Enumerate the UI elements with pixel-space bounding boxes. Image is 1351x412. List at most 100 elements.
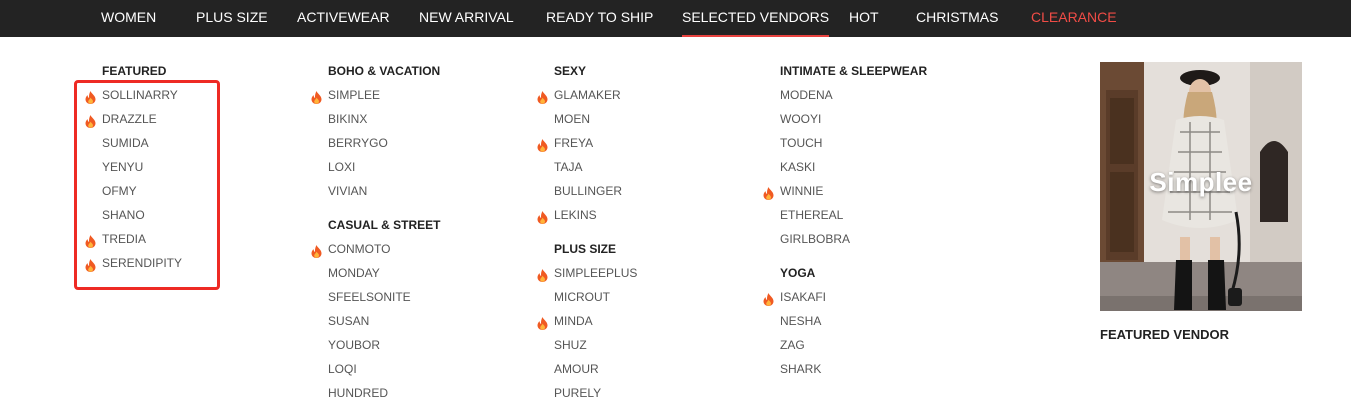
vendor-link-label: BERRYGO xyxy=(328,136,388,150)
nav-item-clearance[interactable]: CLEARANCE xyxy=(1031,0,1117,37)
vendor-link-nesha[interactable]: NESHA xyxy=(780,309,927,333)
vendor-link-monday[interactable]: MONDAY xyxy=(328,261,440,285)
vendor-link-simplee[interactable]: SIMPLEE xyxy=(311,83,440,107)
vendor-link-label: FREYA xyxy=(554,136,594,150)
nav-item-ready-to-ship[interactable]: READY TO SHIP xyxy=(546,0,653,37)
vendor-link-label: SERENDIPITY xyxy=(102,256,183,270)
menu-column-sexy-plus: SEXY GLAMAKER MOEN FREYA TAJA BULLINGER LEKINS… xyxy=(537,63,638,405)
nav-item-hot[interactable]: HOT xyxy=(849,0,879,37)
vendor-link-label: CONMOTO xyxy=(328,242,391,256)
vendor-link-microut[interactable]: MICROUT xyxy=(554,285,637,309)
vendor-link-label: ZAG xyxy=(780,338,805,352)
vendor-link-tredia[interactable]: TREDIA xyxy=(85,227,182,251)
vendor-link-minda[interactable]: MINDA xyxy=(537,309,637,333)
vendor-link-ofmy[interactable]: OFMY xyxy=(102,179,182,203)
vendor-link-sumida[interactable]: SUMIDA xyxy=(102,131,182,155)
vendor-link-shuz[interactable]: SHUZ xyxy=(554,333,637,357)
vendor-link-label: PURELY xyxy=(554,386,602,400)
menu-heading-casual-street: CASUAL & STREET xyxy=(328,218,441,232)
menu-column-featured: FEATURED SOLLINARRY DRAZZLE SUMIDA YENYU OFMY… xyxy=(85,63,183,275)
vendor-link-vivian[interactable]: VIVIAN xyxy=(328,179,440,203)
vendor-link-zag[interactable]: ZAG xyxy=(780,333,927,357)
vendor-link-glamaker[interactable]: GLAMAKER xyxy=(537,83,637,107)
vendor-link-purely[interactable]: PURELY xyxy=(554,381,637,405)
nav-item-selected-vendors[interactable]: SELECTED VENDORS xyxy=(682,0,830,37)
nav-item-plus-size[interactable]: PLUS SIZE xyxy=(196,0,268,37)
nav-item-activewear[interactable]: ACTIVEWEAR xyxy=(297,0,390,37)
vendor-link-wooyi[interactable]: WOOYI xyxy=(780,107,927,131)
vendor-link-label: LOXI xyxy=(328,160,356,174)
vendor-link-girlbobra[interactable]: GIRLBOBRA xyxy=(780,227,927,251)
fire-icon xyxy=(311,242,322,258)
menu-group-casual-street: CASUAL & STREET CONMOTO MONDAY SFEELSONITE S… xyxy=(311,217,441,405)
vendor-link-shano[interactable]: SHANO xyxy=(102,203,182,227)
vendor-link-modena[interactable]: MODENA xyxy=(780,83,927,107)
menu-heading-yoga: YOGA xyxy=(780,266,816,280)
fire-icon xyxy=(763,184,774,200)
vendor-link-drazzle[interactable]: DRAZZLE xyxy=(85,107,182,131)
vendor-link-conmoto[interactable]: CONMOTO xyxy=(311,237,440,261)
vendor-link-bikinx[interactable]: BIKINX xyxy=(328,107,440,131)
fire-icon xyxy=(537,314,548,330)
vendor-link-label: MONDAY xyxy=(328,266,380,280)
vendor-link-sollinarry[interactable]: SOLLINARRY xyxy=(85,83,182,107)
nav-item-new-arrival[interactable]: NEW ARRIVAL xyxy=(419,0,514,37)
menu-group-featured: FEATURED SOLLINARRY DRAZZLE SUMIDA YENYU OFMY… xyxy=(85,63,183,275)
vendor-link-simpleeplus[interactable]: SIMPLEEPLUS xyxy=(537,261,638,285)
vendor-link-lekins[interactable]: LEKINS xyxy=(537,203,637,227)
vendor-link-kaski[interactable]: KASKI xyxy=(780,155,927,179)
vendor-link-winnie[interactable]: WINNIE xyxy=(763,179,927,203)
fire-icon xyxy=(537,208,548,224)
vendor-link-label: LOQI xyxy=(328,362,357,376)
vendor-link-moen[interactable]: MOEN xyxy=(554,107,637,131)
vendor-link-label: BIKINX xyxy=(328,112,368,126)
menu-heading-boho-vacation: BOHO & VACATION xyxy=(328,64,441,78)
fire-icon xyxy=(85,256,96,272)
vendor-link-label: ETHEREAL xyxy=(780,208,844,222)
vendor-link-label: SHARK xyxy=(780,362,822,376)
vendor-link-freya[interactable]: FREYA xyxy=(537,131,637,155)
fire-icon xyxy=(763,290,774,306)
vendor-link-label: ISAKAFI xyxy=(780,290,827,304)
vendor-link-touch[interactable]: TOUCH xyxy=(780,131,927,155)
vendor-link-label: WOOYI xyxy=(780,112,822,126)
vendor-link-loqi[interactable]: LOQI xyxy=(328,357,440,381)
vendor-link-shark[interactable]: SHARK xyxy=(780,357,927,381)
vendor-link-label: DRAZZLE xyxy=(102,112,157,126)
vendor-link-taja[interactable]: TAJA xyxy=(554,155,637,179)
nav-item-women[interactable]: WOMEN xyxy=(101,0,156,37)
fire-icon xyxy=(85,232,96,248)
fire-icon xyxy=(537,266,548,282)
vendor-link-label: SHANO xyxy=(102,208,145,222)
vendor-link-bullinger[interactable]: BULLINGER xyxy=(554,179,637,203)
vendor-link-label: SFEELSONITE xyxy=(328,290,411,304)
vendor-link-label: HUNDRED xyxy=(328,386,388,400)
vendor-link-label: GIRLBOBRA xyxy=(780,232,851,246)
vendor-link-loxi[interactable]: LOXI xyxy=(328,155,440,179)
vendor-link-label: SIMPLEE xyxy=(328,88,381,102)
vendor-link-berrygo[interactable]: BERRYGO xyxy=(328,131,440,155)
vendor-link-label: MOEN xyxy=(554,112,590,126)
vendor-link-label: NESHA xyxy=(780,314,822,328)
vendor-link-amour[interactable]: AMOUR xyxy=(554,357,637,381)
vendor-link-label: VIVIAN xyxy=(328,184,368,198)
vendor-link-yenyu[interactable]: YENYU xyxy=(102,155,182,179)
menu-group-sexy: SEXY GLAMAKER MOEN FREYA TAJA BULLINGER LEKINS xyxy=(537,63,637,227)
vendor-link-label: MODENA xyxy=(780,88,833,102)
fire-icon xyxy=(85,112,96,128)
vendor-link-sfeelsonite[interactable]: SFEELSONITE xyxy=(328,285,440,309)
vendor-link-label: TREDIA xyxy=(102,232,147,246)
vendor-link-susan[interactable]: SUSAN xyxy=(328,309,440,333)
vendor-link-ethereal[interactable]: ETHEREAL xyxy=(780,203,927,227)
vendor-link-label: TOUCH xyxy=(780,136,823,150)
vendor-link-label: SIMPLEEPLUS xyxy=(554,266,638,280)
vendor-link-hundred[interactable]: HUNDRED xyxy=(328,381,440,405)
menu-heading-sexy: SEXY xyxy=(554,64,587,78)
nav-item-christmas[interactable]: CHRISTMAS xyxy=(916,0,998,37)
vendor-link-serendipity[interactable]: SERENDIPITY xyxy=(85,251,183,275)
vendor-link-youbor[interactable]: YOUBOR xyxy=(328,333,440,357)
vendor-link-label: SOLLINARRY xyxy=(102,88,178,102)
menu-heading-plus-size: PLUS SIZE xyxy=(554,242,617,256)
featured-vendor-card[interactable]: Simplee xyxy=(1100,62,1302,311)
vendor-link-isakafi[interactable]: ISAKAFI xyxy=(763,285,927,309)
